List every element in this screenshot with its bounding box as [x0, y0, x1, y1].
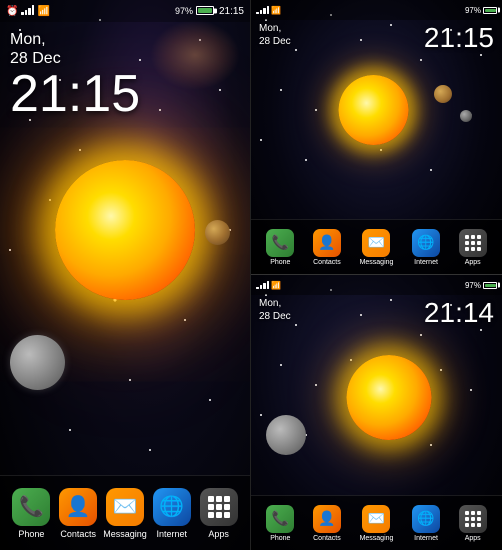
internet-icon-rb[interactable]: 🌐 — [412, 505, 440, 533]
dock-rb-internet[interactable]: 🌐 Internet — [412, 505, 440, 542]
phone-icon-rb[interactable]: 📞 — [266, 505, 294, 533]
planet-rt2 — [460, 110, 472, 122]
right-panel: 📶 97% Mon, 28 Dec 21:15 📞 Phone — [251, 0, 502, 550]
dock-rt-internet[interactable]: 🌐 Internet — [412, 229, 440, 266]
wifi-icon-rt: 📶 — [271, 6, 281, 15]
sun-right-top — [338, 75, 408, 145]
alarm-icon: ⏰ — [6, 6, 18, 17]
dock-item-messaging[interactable]: ✉️ Messaging — [104, 488, 146, 539]
moon-right-bottom — [266, 415, 306, 455]
internet-icon-rt[interactable]: 🌐 — [412, 229, 440, 257]
dock-rt-phone[interactable]: 📞 Phone — [266, 229, 294, 266]
status-icons-rt-right: 97% — [465, 6, 497, 15]
dock-rb-contacts[interactable]: 👤 Contacts — [313, 505, 341, 542]
planet-small-left — [205, 220, 230, 245]
contacts-label-rb: Contacts — [313, 535, 341, 542]
contacts-icon-rb[interactable]: 👤 — [313, 505, 341, 533]
apps-label-rb: Apps — [465, 535, 481, 542]
date-left: Mon, 28 Dec — [10, 30, 140, 68]
messaging-label-rb: Messaging — [360, 535, 394, 542]
apps-icon-rt[interactable] — [459, 229, 487, 257]
dock-rb-phone[interactable]: 📞 Phone — [266, 505, 294, 542]
internet-label-rb: Internet — [414, 535, 438, 542]
phone-label-rt: Phone — [270, 259, 290, 266]
status-icons-rb-left: 📶 — [256, 276, 281, 294]
dock-rt-apps[interactable]: Apps — [459, 229, 487, 266]
contacts-icon-rt[interactable]: 👤 — [313, 229, 341, 257]
dock-right-top: 📞 Phone 👤 Contacts ✉️ Messaging 🌐 Intern… — [251, 219, 502, 274]
moon-left — [10, 335, 65, 390]
datetime-large: Mon, 28 Dec 21:15 — [10, 30, 140, 120]
messaging-icon-rb[interactable]: ✉️ — [362, 505, 390, 533]
left-panel: ⏰ 📶 97% 21:15 — [0, 0, 251, 550]
sun-right-bottom — [347, 355, 432, 440]
planet-rt1 — [434, 85, 452, 103]
phone-label-left: Phone — [18, 529, 44, 539]
status-left-group: ⏰ 📶 — [6, 2, 50, 20]
nebula — [150, 20, 240, 90]
battery-pct-rt: 97% — [465, 6, 481, 15]
status-bar-right-top: 📶 97% — [251, 0, 502, 20]
datetime-right-bottom: Mon, 28 Dec — [259, 297, 291, 323]
messaging-icon-rt[interactable]: ✉️ — [362, 229, 390, 257]
status-icons-rb-right: 97% — [465, 281, 497, 290]
phone-icon-left[interactable]: 📞 — [12, 488, 50, 526]
battery-pct-rb: 97% — [465, 281, 481, 290]
phone-icon-rt[interactable]: 📞 — [266, 229, 294, 257]
signal-icon-rb — [256, 276, 269, 294]
apps-label-rt: Apps — [465, 259, 481, 266]
signal-icon-rt — [256, 1, 269, 19]
clock-right-top: 21:15 — [424, 22, 494, 54]
apps-icon-rb[interactable] — [459, 505, 487, 533]
right-top-panel: 📶 97% Mon, 28 Dec 21:15 📞 Phone — [251, 0, 502, 275]
status-right-group: 97% 21:15 — [175, 6, 244, 17]
phone-label-rb: Phone — [270, 535, 290, 542]
status-icons-rt-left: 📶 — [256, 1, 281, 19]
status-bar-left: ⏰ 📶 97% 21:15 — [0, 0, 250, 22]
battery-pct-left: 97% — [175, 6, 193, 16]
status-bar-right-bottom: 📶 97% — [251, 275, 502, 295]
dock-rb-messaging[interactable]: ✉️ Messaging — [360, 505, 394, 542]
wifi-icon-left: 📶 — [37, 6, 49, 17]
dock-item-apps[interactable]: Apps — [198, 488, 240, 539]
messaging-label-left: Messaging — [103, 529, 147, 539]
dock-rt-messaging[interactable]: ✉️ Messaging — [360, 229, 394, 266]
clock-right-bottom: 21:14 — [424, 297, 494, 329]
wifi-icon-rb: 📶 — [271, 281, 281, 290]
contacts-label-left: Contacts — [60, 529, 96, 539]
contacts-label-rt: Contacts — [313, 259, 341, 266]
signal-icon-left — [21, 2, 34, 20]
status-time-left: 21:15 — [219, 6, 244, 17]
dock-rt-contacts[interactable]: 👤 Contacts — [313, 229, 341, 266]
dock-item-contacts[interactable]: 👤 Contacts — [57, 488, 99, 539]
date-rt: Mon, 28 Dec — [259, 22, 291, 48]
battery-icon-rb — [483, 282, 497, 289]
dock-item-internet[interactable]: 🌐 Internet — [151, 488, 193, 539]
main-container: ⏰ 📶 97% 21:15 — [0, 0, 502, 550]
dock-left: 📞 Phone 👤 Contacts ✉️ Messaging 🌐 Intern… — [0, 475, 250, 550]
internet-label-left: Internet — [157, 529, 188, 539]
datetime-right-top: Mon, 28 Dec — [259, 22, 291, 48]
apps-icon-left[interactable] — [200, 488, 238, 526]
battery-icon-rt — [483, 7, 497, 14]
internet-label-rt: Internet — [414, 259, 438, 266]
battery-icon-left — [196, 6, 214, 17]
internet-icon-left[interactable]: 🌐 — [153, 488, 191, 526]
dock-rb-apps[interactable]: Apps — [459, 505, 487, 542]
right-bottom-panel: 📶 97% Mon, 28 Dec 21:14 📞 Phone — [251, 275, 502, 550]
apps-label-left: Apps — [208, 529, 229, 539]
dock-right-bottom: 📞 Phone 👤 Contacts ✉️ Messaging 🌐 Intern… — [251, 495, 502, 550]
messaging-icon-left[interactable]: ✉️ — [106, 488, 144, 526]
date-rb: Mon, 28 Dec — [259, 297, 291, 323]
sun-left — [55, 160, 195, 300]
dock-item-phone[interactable]: 📞 Phone — [10, 488, 52, 539]
messaging-label-rt: Messaging — [360, 259, 394, 266]
contacts-icon-left[interactable]: 👤 — [59, 488, 97, 526]
clock-left: 21:15 — [10, 68, 140, 120]
